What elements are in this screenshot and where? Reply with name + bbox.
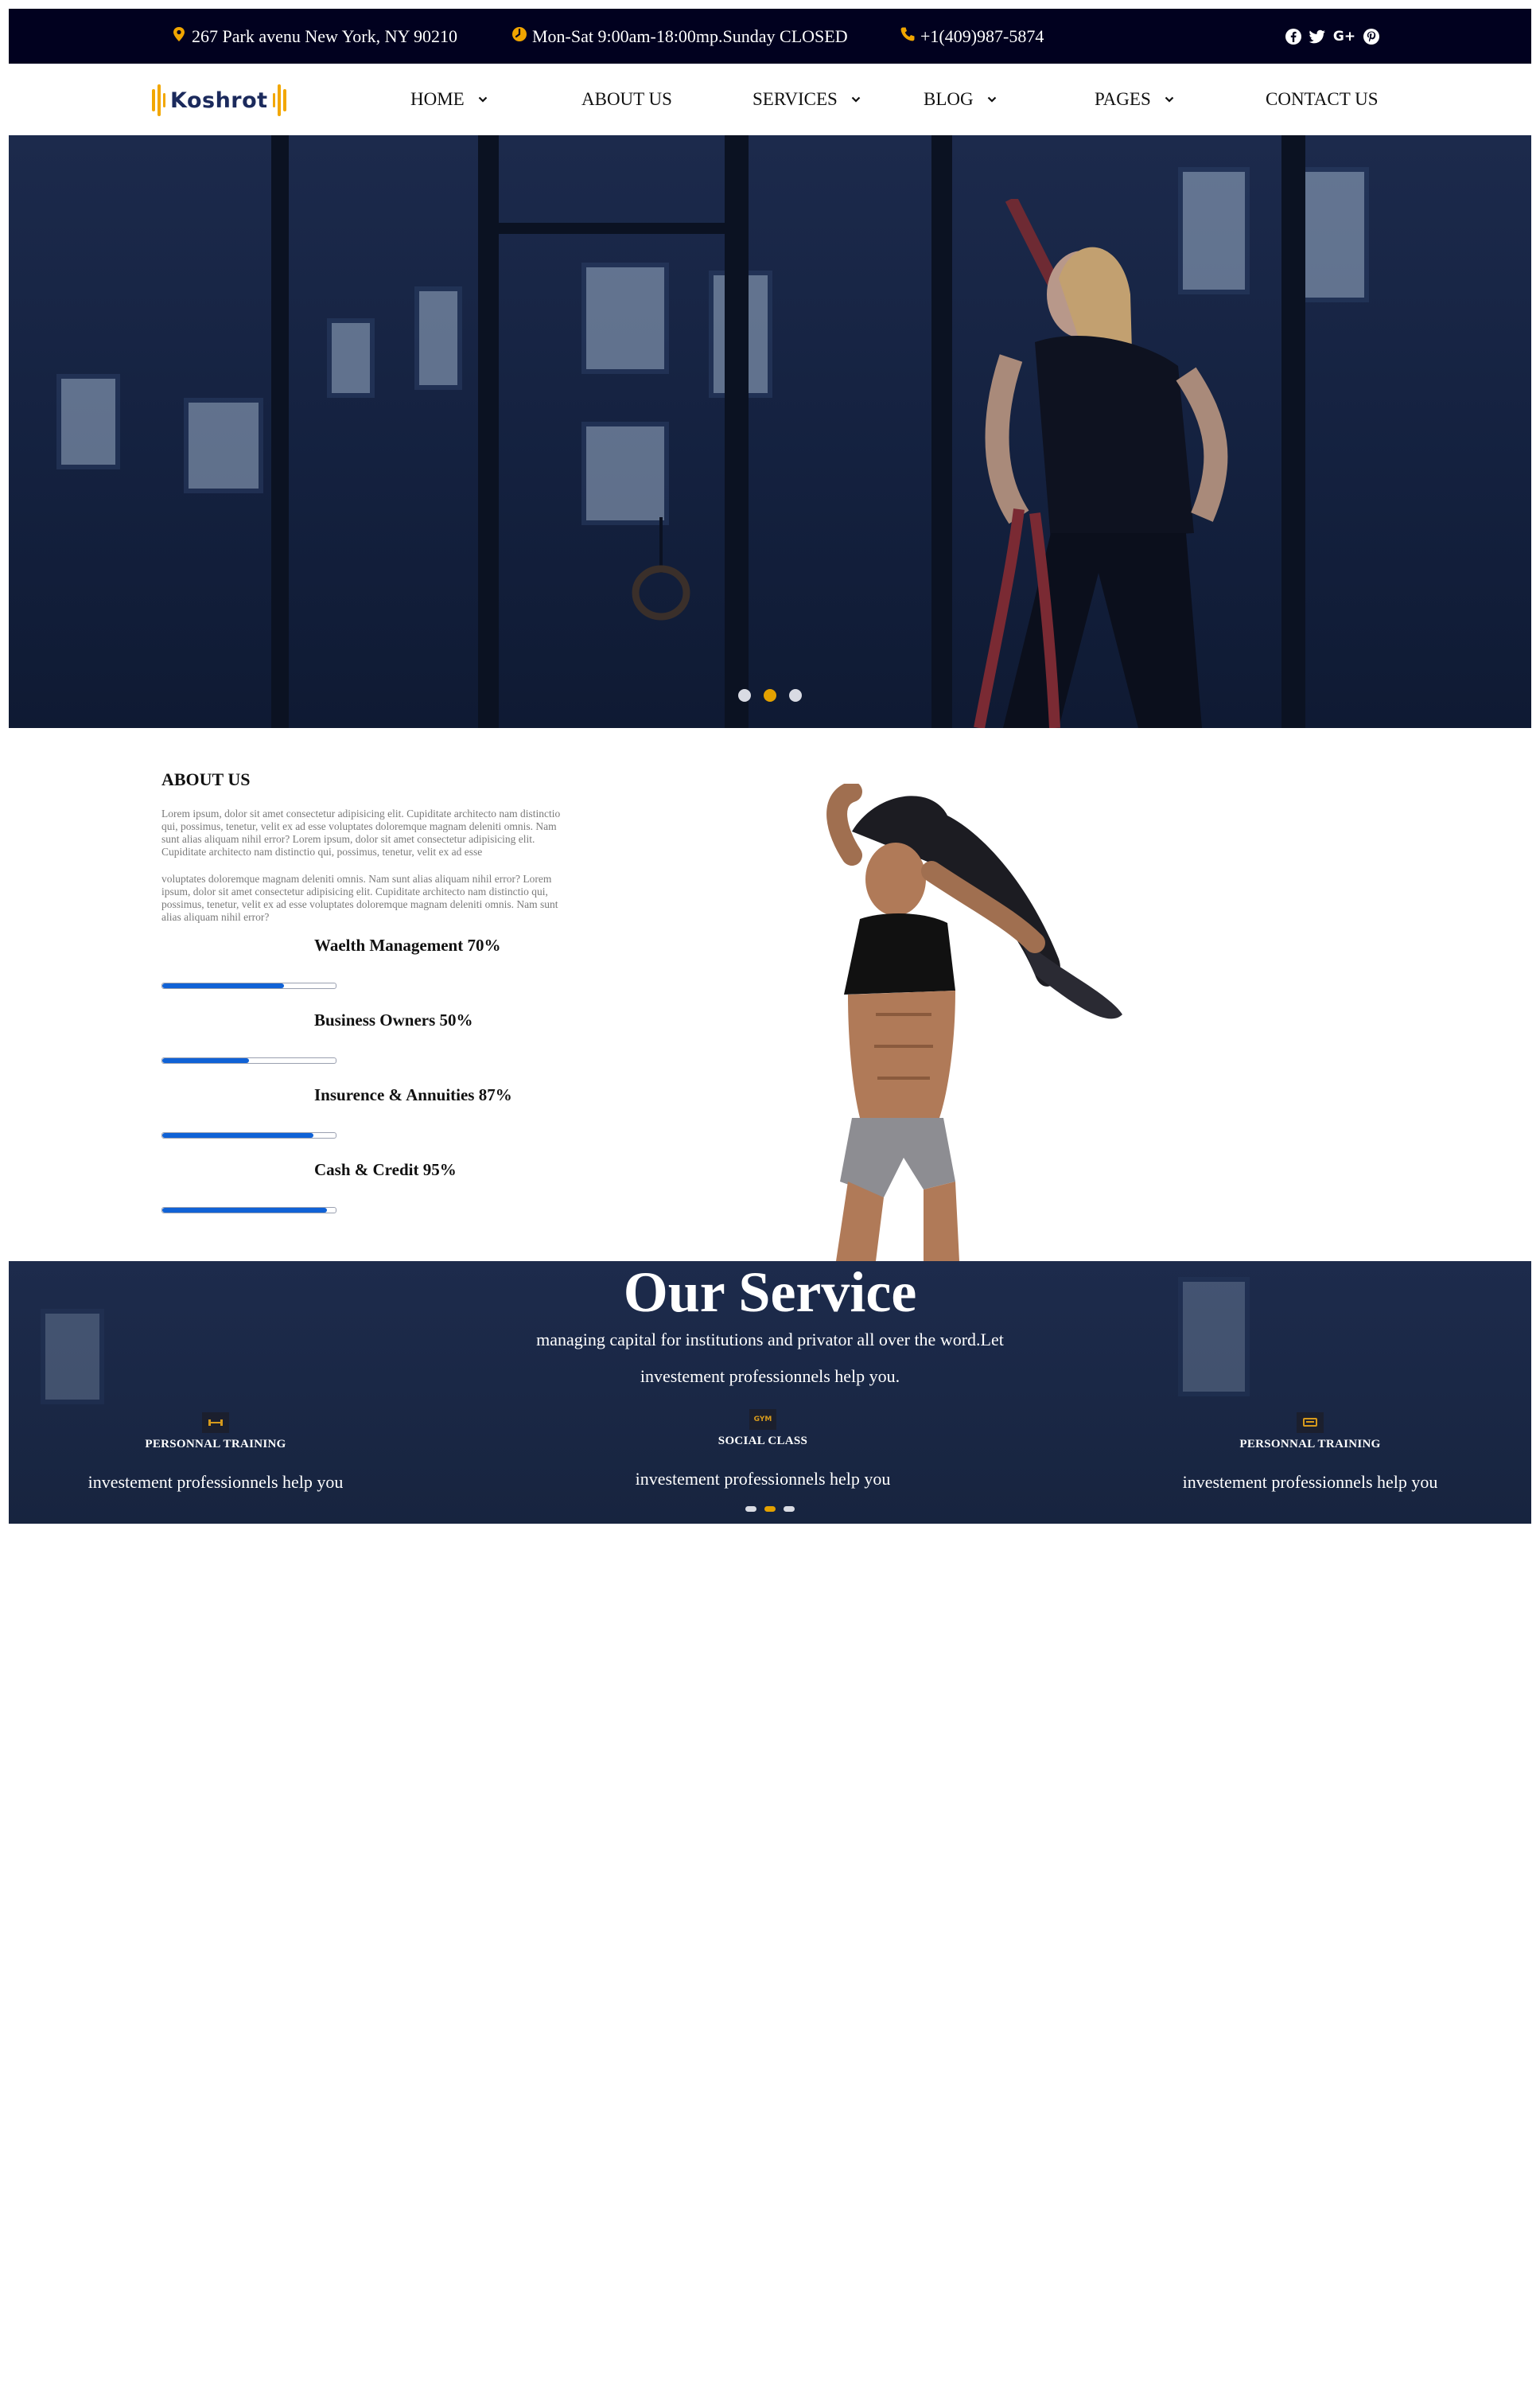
gym-badge-icon: GYM [749,1409,776,1430]
phone-text: +1(409)987-5874 [920,25,1044,46]
carousel-dot[interactable] [784,1506,795,1512]
nav-item-contact-us[interactable]: CONTACT US [1266,64,1379,135]
brand-name: Koshrot [170,88,268,113]
services-subtitle-line-2: investement professionnels help you. [640,1366,900,1386]
dumbbell-left-icon [152,84,165,116]
carousel-dot[interactable] [789,689,802,702]
skill-progress-bar [161,983,336,989]
service-description: investement professionnels help you [1182,1472,1438,1492]
hours-text: Mon-Sat 9:00am-18:00mp.Sunday CLOSED [532,25,848,46]
skill-progress-bar [161,1207,336,1213]
gym-rings-icon [632,517,690,621]
chevron-down-icon [986,89,998,110]
pinterest-icon[interactable] [1363,28,1380,45]
nav-item-services[interactable]: SERVICES [752,64,861,135]
carousel-dot[interactable] [738,689,751,702]
address-info: 267 Park avenu New York, NY 90210 [171,9,457,64]
service-card-personal-training-2[interactable]: PERSONNAL TRAINING investement professio… [1151,1412,1469,1493]
service-title: SOCIAL CLASS [718,1435,808,1447]
hours-info: Mon-Sat 9:00am-18:00mp.Sunday CLOSED [511,9,848,64]
services-title: Our Service [623,1261,917,1324]
skill-progress-bar [161,1132,336,1139]
main-navigation: Koshrot HOME ABOUT US SERVICES BLOG PAGE… [9,64,1531,135]
phone-icon [900,26,916,47]
skill-progress-bar [161,1057,336,1064]
service-description: investement professionnels help you [635,1469,891,1489]
treadmill-icon [1297,1412,1324,1433]
clock-icon [511,26,527,47]
nav-item-home[interactable]: HOME [410,64,488,135]
service-title: PERSONNAL TRAINING [1239,1438,1381,1450]
about-section: ABOUT US Lorem ipsum, dolor sit amet con… [9,728,1531,1261]
social-links: G+ [1285,9,1380,64]
service-card-personal-training[interactable]: PERSONNAL TRAINING investement professio… [56,1412,375,1493]
twitter-icon[interactable] [1309,28,1326,45]
nav-item-pages[interactable]: PAGES [1095,64,1175,135]
dumbbell-icon [202,1412,229,1433]
chevron-down-icon [850,89,861,110]
hero-athlete-figure [974,199,1228,728]
nav-item-blog[interactable]: BLOG [924,64,998,135]
facebook-icon[interactable] [1285,28,1302,45]
services-subtitle-line-1: managing capital for institutions and pr… [536,1330,1004,1349]
services-section: Our Service managing capital for institu… [9,1261,1531,1524]
carousel-dot-active[interactable] [764,689,776,702]
dumbbell-right-icon [272,84,286,116]
map-pin-icon [171,26,187,47]
google-plus-icon[interactable]: G+ [1332,28,1356,45]
services-carousel-dots [9,1506,1531,1512]
address-text: 267 Park avenu New York, NY 90210 [192,25,458,46]
carousel-dot[interactable] [745,1506,756,1512]
service-title: PERSONNAL TRAINING [145,1438,286,1450]
chevron-down-icon [1164,89,1175,110]
about-title: ABOUT US [161,769,251,789]
service-card-social-class[interactable]: GYM SOCIAL CLASS investement professionn… [604,1409,922,1489]
nav-item-about-us[interactable]: ABOUT US [581,64,672,135]
top-info-bar: 267 Park avenu New York, NY 90210 Mon-Sa… [9,9,1531,64]
about-paragraph-1: Lorem ipsum, dolor sit amet consectetur … [161,808,561,858]
hero-carousel-dots [9,689,1531,702]
fitness-woman-image [826,784,1122,1261]
about-paragraph-2: voluptates doloremque magnam deleniti om… [161,873,558,923]
chevron-down-icon [477,89,488,110]
carousel-dot-active[interactable] [764,1506,776,1512]
brand-logo[interactable]: Koshrot [152,83,286,118]
phone-info[interactable]: +1(409)987-5874 [900,9,1044,64]
service-description: investement professionnels help you [88,1472,344,1492]
hero-slider [9,135,1531,728]
